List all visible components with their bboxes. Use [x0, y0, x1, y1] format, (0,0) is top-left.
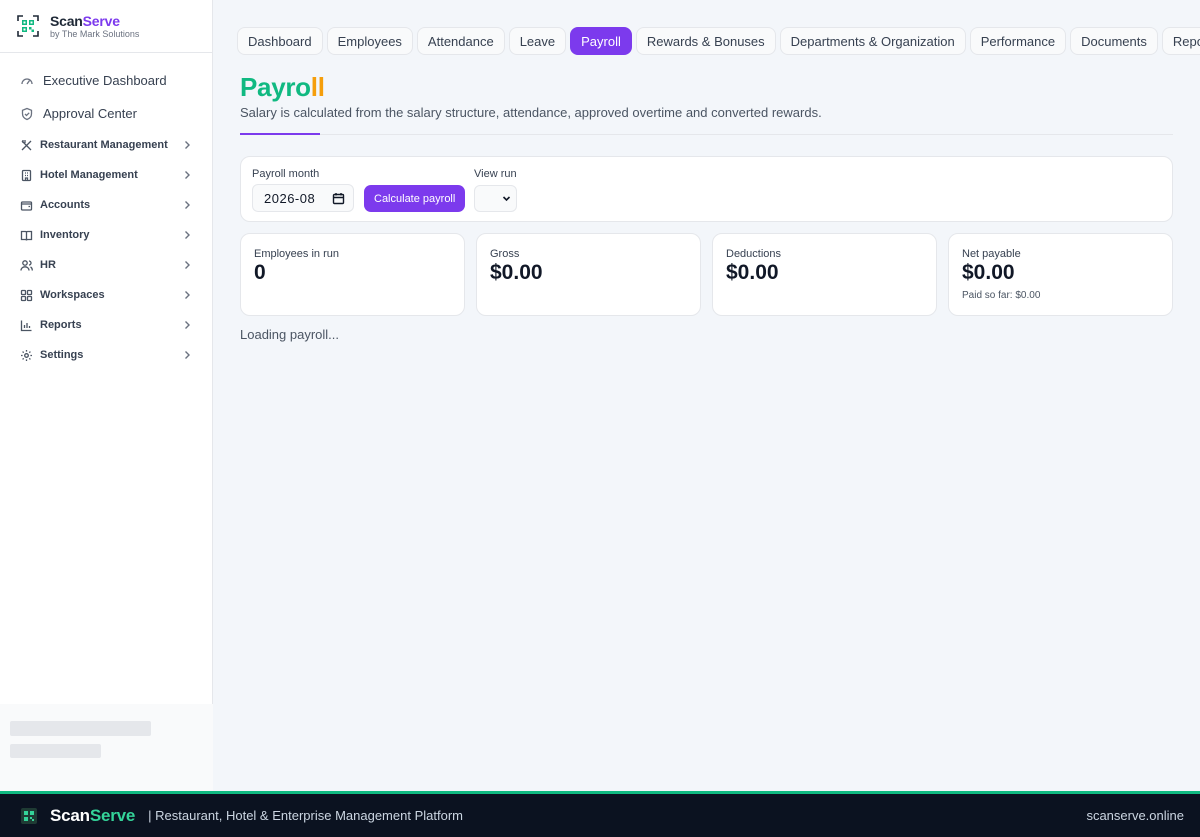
hr-tabs: Dashboard Employees Attendance Leave Pay… — [237, 27, 1200, 55]
sidebar-item-label: Executive Dashboard — [43, 73, 167, 88]
main-content: Dashboard Employees Attendance Leave Pay… — [213, 0, 1200, 791]
view-run-select[interactable] — [474, 185, 517, 212]
sidebar-item-label: Inventory — [40, 229, 90, 241]
chevron-right-icon — [182, 140, 192, 150]
brand-name-part1: Scan — [50, 12, 83, 29]
qr-logo-icon — [17, 15, 39, 37]
sidebar-item-label: Settings — [40, 349, 84, 361]
payroll-month-label: Payroll month — [252, 168, 320, 180]
gauge-icon — [20, 74, 34, 88]
brand-name-part2: Serve — [82, 12, 120, 29]
tab-employees[interactable]: Employees — [326, 27, 413, 55]
sidebar-item-label: Accounts — [40, 199, 91, 211]
bar-chart-icon — [20, 319, 33, 332]
sidebar-item-executive-dashboard[interactable]: Executive Dashboard — [0, 64, 212, 97]
footer-brand-part1: Scan — [50, 805, 90, 825]
wallet-icon — [20, 199, 33, 212]
tab-documents[interactable]: Documents — [1070, 27, 1158, 55]
footer-brand: ScanServe — [50, 806, 135, 826]
utensils-icon — [20, 139, 33, 152]
brand-name: ScanServe — [50, 14, 139, 28]
grid-icon — [20, 289, 33, 302]
sidebar-item-label: Restaurant Management — [40, 139, 168, 151]
building-icon — [20, 169, 33, 182]
stat-label: Employees in run — [254, 248, 339, 260]
chevron-right-icon — [182, 350, 192, 360]
tab-rewards-bonuses[interactable]: Rewards & Bonuses — [635, 27, 776, 55]
stat-label: Net payable — [962, 248, 1021, 260]
sidebar: ScanServe by The Mark Solutions Executiv… — [0, 0, 213, 791]
chevron-right-icon — [182, 170, 192, 180]
skeleton-line — [10, 721, 151, 736]
divider — [240, 134, 1173, 135]
tab-departments-organization[interactable]: Departments & Organization — [779, 27, 966, 55]
gear-icon — [20, 349, 33, 362]
user-profile-skeleton — [0, 704, 213, 791]
shield-check-icon — [20, 107, 34, 121]
footer-brand-part2: Serve — [89, 805, 136, 825]
sidebar-item-reports[interactable]: Reports — [0, 310, 212, 340]
page-title-part1: Payro — [240, 72, 311, 102]
stat-card-net-payable: Net payable $0.00 Paid so far: $0.00 — [948, 233, 1173, 316]
tab-attendance[interactable]: Attendance — [416, 27, 505, 55]
tab-reports[interactable]: Reports — [1161, 27, 1200, 55]
stat-card-deductions: Deductions $0.00 — [712, 233, 937, 316]
qr-logo-icon — [21, 807, 37, 824]
sidebar-item-label: HR — [40, 259, 56, 271]
chevron-right-icon — [182, 200, 192, 210]
tab-dashboard[interactable]: Dashboard — [237, 27, 323, 55]
stat-value: $0.00 — [726, 261, 779, 284]
stat-card-employees: Employees in run 0 — [240, 233, 465, 316]
stat-value: $0.00 — [490, 261, 543, 284]
loading-message: Loading payroll... — [240, 327, 340, 342]
brand-header[interactable]: ScanServe by The Mark Solutions — [0, 0, 212, 53]
sidebar-item-label: Workspaces — [40, 289, 105, 301]
calendar-icon[interactable] — [332, 192, 345, 205]
footer-site-link[interactable]: scanserve.online — [1086, 808, 1184, 823]
chevron-right-icon — [182, 320, 192, 330]
sidebar-item-label: Reports — [40, 319, 82, 331]
sidebar-item-hotel-management[interactable]: Hotel Management — [0, 160, 212, 190]
paid-so-far-note: Paid so far: $0.00 — [962, 290, 1041, 301]
chevron-right-icon — [182, 290, 192, 300]
stat-label: Deductions — [726, 248, 782, 260]
payroll-month-value: 2026-08 — [264, 190, 316, 206]
stat-value: 0 — [254, 261, 266, 284]
payroll-month-input[interactable]: 2026-08 — [252, 184, 354, 212]
chevron-right-icon — [182, 260, 192, 270]
stat-label: Gross — [490, 248, 520, 260]
sidebar-item-settings[interactable]: Settings — [0, 340, 212, 370]
footer: ScanServe | Restaurant, Hotel & Enterpri… — [0, 791, 1200, 837]
tab-payroll[interactable]: Payroll — [570, 27, 632, 55]
sidebar-item-label: Hotel Management — [40, 169, 138, 181]
payroll-stats: Employees in run 0 Gross $0.00 Deduction… — [240, 233, 1173, 316]
sidebar-item-approval-center[interactable]: Approval Center — [0, 97, 212, 130]
skeleton-line — [10, 744, 101, 758]
tab-leave[interactable]: Leave — [508, 27, 567, 55]
sidebar-item-workspaces[interactable]: Workspaces — [0, 280, 212, 310]
title-underline — [240, 133, 320, 135]
page-title-part2: ll — [310, 72, 325, 102]
stat-card-gross: Gross $0.00 — [476, 233, 701, 316]
book-icon — [20, 229, 33, 242]
sidebar-item-label: Approval Center — [43, 106, 137, 121]
sidebar-item-hr[interactable]: HR — [0, 250, 212, 280]
page-subtitle: Salary is calculated from the salary str… — [240, 105, 822, 120]
page-title: Payroll — [240, 72, 325, 103]
sidebar-item-accounts[interactable]: Accounts — [0, 190, 212, 220]
tab-performance[interactable]: Performance — [969, 27, 1067, 55]
stat-value: $0.00 — [962, 261, 1015, 284]
view-run-label: View run — [474, 168, 517, 180]
payroll-filter-card: Payroll month 2026-08 Calculate payroll … — [240, 156, 1173, 222]
chevron-down-icon — [502, 194, 511, 203]
sidebar-item-inventory[interactable]: Inventory — [0, 220, 212, 250]
brand-subtitle: by The Mark Solutions — [50, 28, 140, 39]
users-icon — [20, 259, 33, 272]
footer-tagline: | Restaurant, Hotel & Enterprise Managem… — [148, 808, 463, 823]
chevron-right-icon — [182, 230, 192, 240]
calculate-payroll-button[interactable]: Calculate payroll — [364, 185, 466, 212]
sidebar-nav: Executive Dashboard Approval Center Rest… — [0, 53, 212, 370]
sidebar-item-restaurant-management[interactable]: Restaurant Management — [0, 130, 212, 160]
